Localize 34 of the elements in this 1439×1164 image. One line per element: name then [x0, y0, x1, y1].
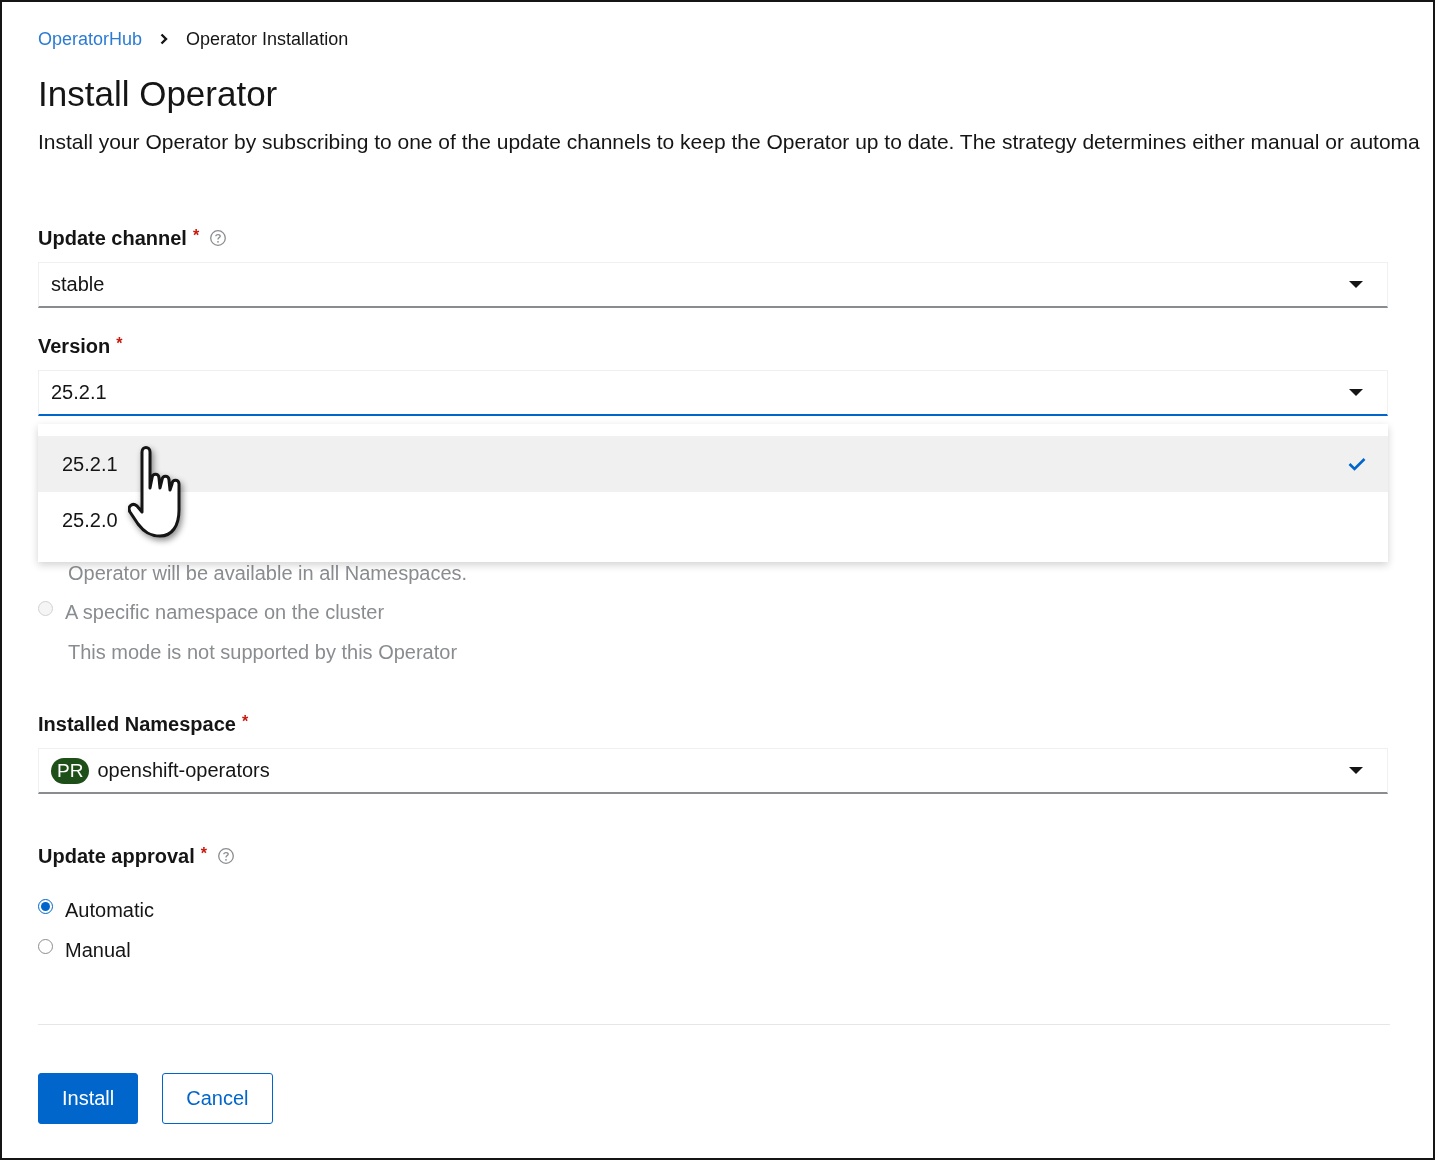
helper-text: This mode is not supported by this Operator [68, 639, 459, 665]
install-button[interactable]: Install [38, 1073, 139, 1124]
caret-icon [1349, 280, 1363, 289]
page-description: Install your Operator by subscribing to one of the update channels to keep the Operator up to date. The strategy determines either manual or automa [38, 130, 1421, 154]
breadcrumb-current: Operator Installation [186, 28, 349, 50]
help-icon[interactable] [209, 229, 228, 247]
menu-option[interactable]: 25.2.1 [38, 436, 1388, 492]
dropdown-field[interactable]: PR openshift-operators [38, 748, 1388, 794]
helper-text: Operator will be available in all Namespaces. [68, 562, 469, 586]
caret-icon [1349, 388, 1363, 397]
radio-button[interactable] [38, 938, 53, 954]
chevron-right-icon [160, 33, 169, 45]
check-icon [1348, 457, 1366, 471]
radio-label: A specific namespace on the cluster [65, 600, 385, 624]
required-mark: * [241, 713, 249, 731]
menu-option[interactable]: 25.2.0 [38, 492, 1388, 548]
field-label: Update approval [38, 844, 195, 868]
help-icon[interactable] [216, 847, 235, 865]
required-mark: * [200, 845, 207, 863]
field-label: Installed Namespace [38, 712, 236, 736]
field-label: Update channel [38, 226, 187, 250]
cancel-button[interactable]: Cancel [162, 1073, 273, 1124]
field-label: Version [38, 334, 111, 358]
namespace-badge: PR [51, 757, 90, 784]
caret-icon [1349, 766, 1363, 775]
radio-button[interactable] [38, 898, 53, 914]
radio-label: Manual [65, 938, 131, 962]
required-mark: * [116, 335, 123, 353]
breadcrumb-link[interactable]: OperatorHub [38, 28, 143, 50]
dropdown-field[interactable]: 25.2.1 [38, 370, 1388, 416]
page-title: Install Operator [38, 74, 279, 115]
required-mark: * [192, 227, 200, 245]
radio-label: Automatic [65, 898, 154, 922]
dropdown-field[interactable]: stable [38, 262, 1388, 308]
